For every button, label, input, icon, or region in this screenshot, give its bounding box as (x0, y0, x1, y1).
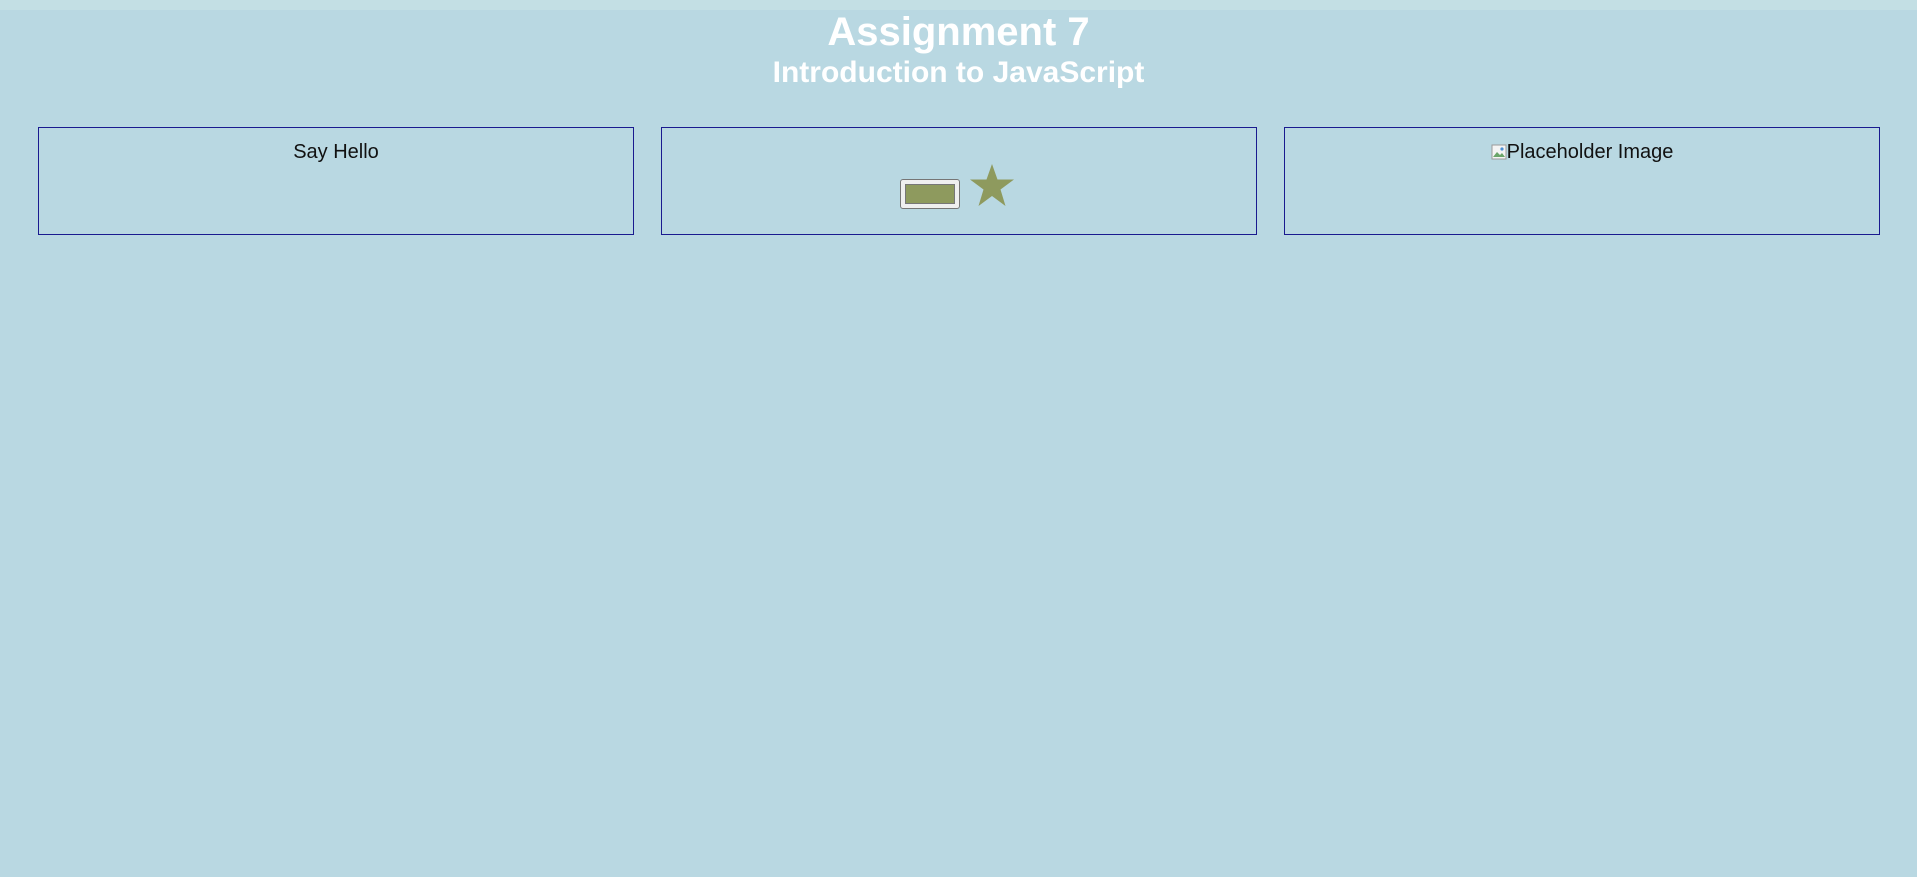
color-picker-swatch (905, 184, 955, 204)
hello-panel: Say Hello (38, 127, 634, 235)
page-subtitle: Introduction to JavaScript (772, 56, 1145, 89)
star-icon (970, 164, 1014, 206)
say-hello-text[interactable]: Say Hello (39, 140, 633, 164)
color-panel (661, 127, 1257, 235)
broken-image-icon (1491, 142, 1507, 160)
page-title: Assignment 7 (827, 10, 1090, 54)
placeholder-image-alt-text: Placeholder Image (1506, 141, 1674, 163)
placeholder-image: Placeholder Image (1285, 140, 1879, 164)
image-panel: Placeholder Image (1284, 127, 1880, 235)
color-picker-input[interactable] (900, 179, 960, 209)
page-header: Assignment 7 Introduction to JavaScript (0, 8, 1917, 90)
